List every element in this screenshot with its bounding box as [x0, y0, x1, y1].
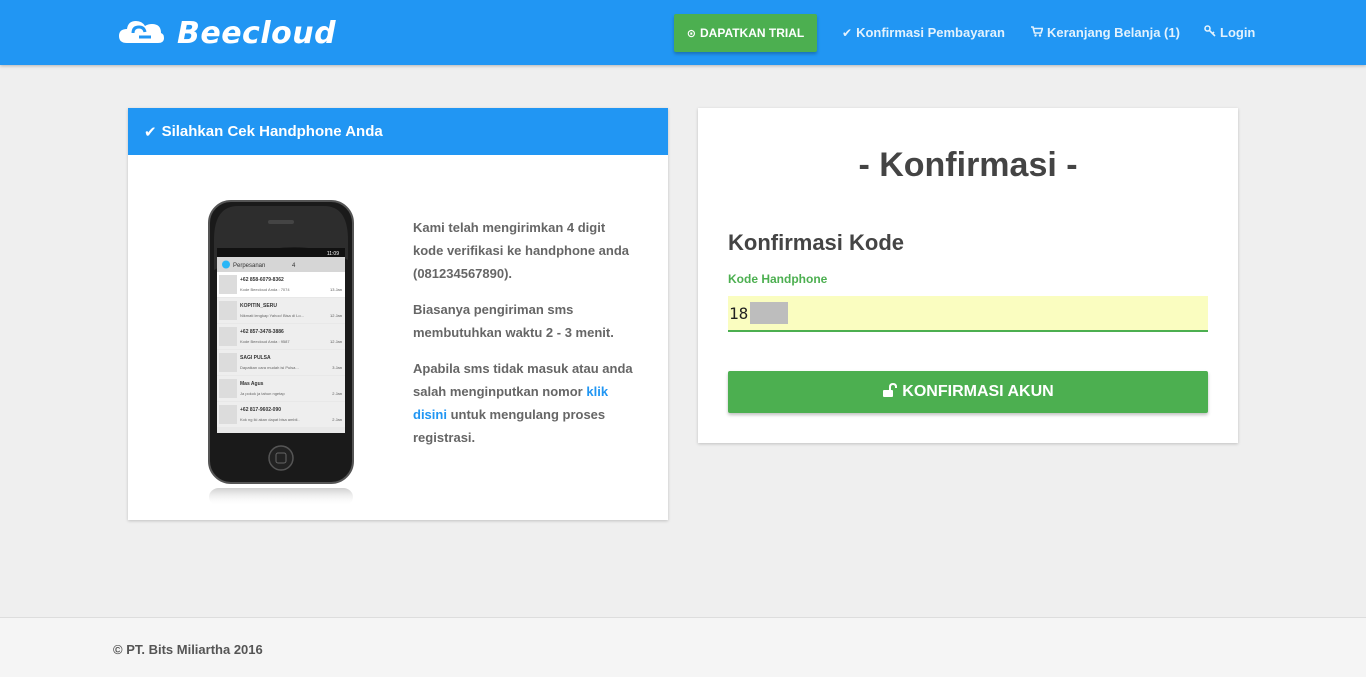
sms-info-card: ✔ Silahkan Cek Handphone Anda 11:09 Perp… [128, 108, 668, 520]
redacted-block [750, 302, 789, 324]
trial-button[interactable]: ⊙ DAPATKAN TRIAL [674, 14, 817, 52]
phone-message-row: +62 817-9602-090 Kok ng iki akan dapat bi… [217, 402, 345, 427]
phone-message-row: KOPITIN_SERU Nikmati lengkap Yahoo! Bisa … [217, 298, 345, 323]
check-icon: ✔ [842, 25, 853, 40]
phone-code-value: 18 [729, 303, 749, 323]
cart-icon [1031, 25, 1044, 40]
phone-app-title: Perpesanan [233, 263, 265, 269]
phone-message-sender: Mas Agus [240, 381, 264, 387]
nav-login-label: Login [1220, 25, 1256, 40]
info-paragraph-2: Biasanya pengiriman sms membutuhkan wakt… [413, 302, 614, 340]
footer: © PT. Bits Miliartha 2016 [0, 617, 1366, 677]
confirm-account-button[interactable]: KONFIRMASI AKUN [728, 371, 1208, 413]
confirm-account-label: KONFIRMASI AKUN [902, 383, 1054, 400]
check-icon: ✔ [144, 123, 157, 141]
trial-button-label: DAPATKAN TRIAL [700, 26, 805, 40]
phone-status-time: 11:09 [327, 251, 339, 257]
confirmation-title: - Konfirmasi - [858, 146, 1078, 184]
sms-info-card-header: ✔ Silahkan Cek Handphone Anda [128, 108, 668, 155]
phone-message-date: 12 Jan [330, 313, 342, 318]
phone-message-date: 2 Jan [332, 391, 342, 396]
phone-message-sender: +62 857-3478-3886 [240, 329, 284, 335]
clock-icon: ⊙ [686, 27, 696, 40]
copyright-text: © PT. Bits Miliartha 2016 [113, 642, 263, 657]
navbar: Beecloud ⊙ DAPATKAN TRIAL ✔ Konfirmasi P… [0, 0, 1366, 65]
brand-logo[interactable]: Beecloud [117, 13, 336, 54]
unlock-icon [882, 382, 898, 402]
info-paragraph-1: Kami telah mengirimkan 4 digit kode veri… [413, 220, 630, 281]
phone-message-row: +62 857-3478-3886 Kode Beecloud Anda : 95… [217, 324, 345, 349]
phone-message-date: 12 Jan [330, 339, 342, 344]
nav-cart-label: Keranjang Belanja (1) [1047, 25, 1180, 40]
phone-message-sender: SAGI PULSA [240, 355, 271, 361]
phone-message-preview: Nikmati lengkap Yahoo! Bisa di Lo... [240, 313, 304, 318]
phone-message-preview: Dapatkan cara mudah isi Pulsa... [240, 365, 299, 370]
nav-payment-label: Konfirmasi Pembayaran [856, 25, 1005, 40]
phone-message-preview: Kode Beecloud Anda : 7074 [240, 287, 290, 292]
info-paragraph-3: Apabila sms tidak masuk atau anda salah … [413, 357, 633, 449]
nav-cart[interactable]: Keranjang Belanja (1) [1031, 25, 1180, 40]
nav-payment-confirmation[interactable]: ✔ Konfirmasi Pembayaran [842, 25, 1005, 40]
phone-illustration: 11:09 Perpesanan 4 +62 858-6079-8362 Kode… [208, 200, 354, 506]
phone-message-sender: KOPITIN_SERU [240, 303, 277, 309]
nav-login[interactable]: Login [1204, 25, 1255, 40]
phone-message-preview: Kok ng iki akan dapat bisa ambil.. [240, 417, 300, 422]
phone-message-date: 13 Jan [330, 287, 342, 292]
phone-message-sender: +62 858-6079-8362 [240, 277, 284, 283]
phone-message-preview: Kode Beecloud Anda : 9587 [240, 339, 290, 344]
brand-name: Beecloud [177, 16, 337, 51]
key-icon [1204, 25, 1216, 40]
cloud-icon [117, 13, 165, 54]
phone-message-row: Mas Agus Ja pokok ja tahun ngetap 2 Jan [217, 376, 345, 401]
phone-message-sender: +62 817-9602-090 [240, 407, 281, 413]
sms-info-text: Kami telah mengirimkan 4 digit kode veri… [413, 216, 633, 462]
phone-code-label: Kode Handphone [728, 272, 828, 286]
phone-message-date: 2 Jan [332, 417, 342, 422]
sms-info-card-title: Silahkan Cek Handphone Anda [161, 123, 383, 140]
confirmation-card: - Konfirmasi - Konfirmasi Kode Kode Hand… [698, 108, 1238, 443]
phone-message-row: SAGI PULSA Dapatkan cara mudah isi Pulsa.… [217, 350, 345, 375]
confirmation-subtitle: Konfirmasi Kode [728, 230, 905, 255]
phone-message-date: 3 Jan [332, 365, 342, 370]
phone-message-preview: Ja pokok ja tahun ngetap [240, 391, 285, 396]
phone-code-input[interactable]: 18 [728, 296, 1208, 332]
phone-message-row: +62 858-6079-8362 Kode Beecloud Anda : 70… [217, 272, 345, 297]
